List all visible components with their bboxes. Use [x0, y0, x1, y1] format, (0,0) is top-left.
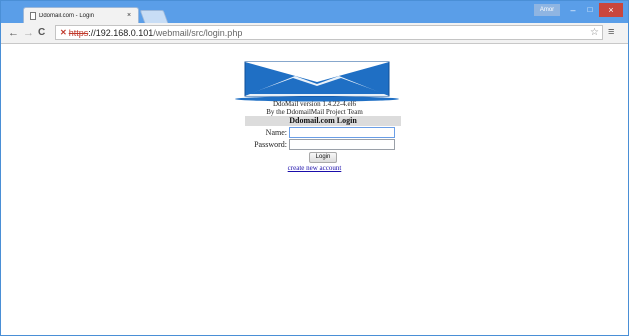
url-scheme: https — [68, 27, 89, 38]
address-bar[interactable]: ✕ https://192.168.0.101/webmail/src/logi… — [55, 25, 603, 40]
tab-title: Ddomail.com - Login — [39, 12, 95, 19]
forward-button[interactable]: → — [23, 26, 34, 40]
credit-text: By the DdomailMail Project Team — [266, 108, 363, 116]
name-input[interactable] — [289, 127, 395, 138]
password-input[interactable] — [289, 139, 395, 150]
menu-icon[interactable]: ≡ — [608, 26, 614, 38]
title-bar: Ddomail.com - Login × Amor – □ × — [1, 1, 628, 23]
name-label: Name: — [265, 128, 287, 137]
user-badge[interactable]: Amor — [534, 4, 560, 16]
insecure-lock-icon[interactable]: ✕ — [60, 28, 67, 37]
url-path: /webmail/src/login.php — [153, 27, 243, 38]
page-content: DdoMail version 1.4.22-4.el6 By the Ddom… — [1, 44, 628, 335]
star-icon[interactable]: ☆ — [590, 27, 599, 38]
login-title: Ddomail.com Login — [245, 116, 401, 126]
reload-button[interactable]: C — [38, 26, 45, 40]
new-tab-button[interactable] — [139, 10, 169, 23]
name-row: Name: — [231, 127, 401, 138]
url-host: ://192.168.0.101 — [88, 27, 154, 38]
minimize-button[interactable]: – — [566, 3, 580, 17]
envelope-logo — [235, 61, 399, 102]
tab-close-icon[interactable]: × — [124, 12, 134, 19]
tab-ddomail-login[interactable]: Ddomail.com - Login × — [23, 7, 139, 23]
back-button[interactable]: ← — [8, 26, 19, 40]
login-button[interactable]: Login — [309, 152, 337, 163]
maximize-button[interactable]: □ — [583, 3, 597, 17]
page-icon — [30, 11, 36, 20]
browser-toolbar: ← → C ✕ https://192.168.0.101/webmail/sr… — [1, 23, 628, 44]
version-text: DdoMail version 1.4.22-4.el6 — [272, 100, 356, 108]
password-row: Password: — [231, 139, 401, 150]
create-account-link[interactable]: create new account — [1, 164, 628, 172]
close-window-button[interactable]: × — [599, 3, 623, 17]
password-label: Password: — [254, 140, 287, 149]
browser-window: Ddomail.com - Login × Amor – □ × ← → C ✕… — [0, 0, 629, 336]
